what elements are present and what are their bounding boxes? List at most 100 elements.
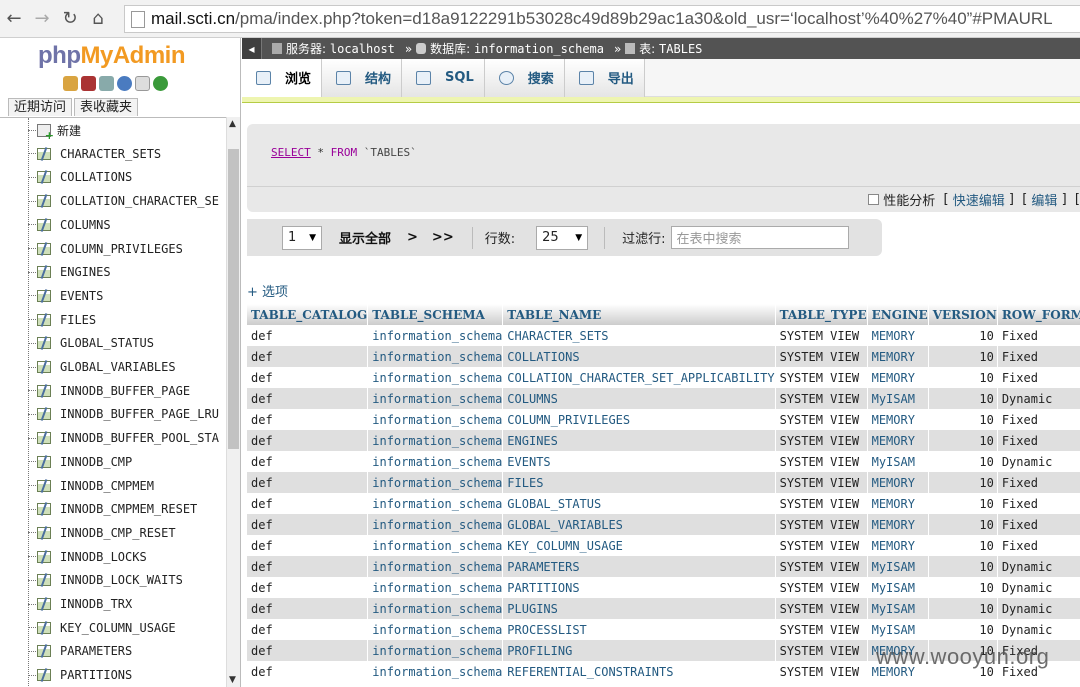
show-all-button[interactable]: 显示全部 (339, 228, 391, 247)
table-cell[interactable]: PROFILING (502, 640, 776, 661)
table-cell[interactable]: 10 (928, 451, 998, 472)
table-cell[interactable]: PROCESSLIST (502, 619, 776, 640)
tab-browse[interactable]: 浏览 (242, 58, 323, 97)
tab-search[interactable]: 搜索 (484, 58, 565, 97)
table-icon[interactable] (37, 289, 51, 302)
tree-item-table[interactable]: INNODB_CMPMEM_RESET (28, 499, 197, 519)
tree-item-table[interactable]: PARAMETERS (28, 641, 132, 661)
table-cell[interactable]: COLUMN_PRIVILEGES (502, 409, 776, 430)
table-cell[interactable]: information_schema (367, 556, 504, 577)
table-cell[interactable]: information_schema (367, 430, 504, 451)
table-cell[interactable]: 10 (928, 388, 998, 409)
table-cell[interactable]: information_schema (367, 661, 504, 682)
table-cell[interactable]: SYSTEM VIEW (775, 661, 868, 682)
table-cell[interactable]: information_schema (367, 472, 504, 493)
table-cell[interactable]: Fixed (997, 514, 1080, 535)
table-cell[interactable]: Fixed (997, 493, 1080, 514)
quick-edit-link[interactable]: 快速编辑 (953, 190, 1005, 209)
table-cell[interactable]: information_schema (367, 367, 504, 388)
tree-item-table[interactable]: COLLATION_CHARACTER_SE (28, 191, 219, 211)
table-icon[interactable] (37, 408, 51, 421)
table-cell[interactable]: MyISAM (867, 556, 929, 577)
scroll-down-arrow-icon[interactable]: ▼ (229, 675, 236, 685)
table-cell[interactable]: 10 (928, 556, 998, 577)
table-icon[interactable] (37, 550, 51, 563)
tree-item-table[interactable]: INNODB_BUFFER_PAGE_LRU (28, 404, 219, 424)
table-cell[interactable]: GLOBAL_STATUS (502, 493, 776, 514)
table-cell[interactable]: Dynamic (997, 556, 1080, 577)
tab-export[interactable]: 导出 (564, 58, 645, 97)
table-cell[interactable]: information_schema (367, 346, 504, 367)
rows-select[interactable]: 25 ▼ (536, 225, 589, 250)
tree-item-table[interactable]: INNODB_BUFFER_PAGE (28, 381, 190, 401)
tree-item-table[interactable]: CHARACTER_SETS (28, 144, 161, 164)
column-header[interactable]: TABLE_CATALOG (247, 304, 369, 325)
tree-item-new[interactable]: 新建 (28, 120, 81, 142)
column-header[interactable]: ENGINE (867, 304, 929, 325)
tree-item-table[interactable]: INNODB_CMP (28, 452, 132, 472)
table-cell[interactable]: MyISAM (867, 451, 929, 472)
table-cell[interactable]: COLUMNS (502, 388, 776, 409)
exit-icon[interactable] (81, 76, 96, 91)
home-icon[interactable] (63, 76, 78, 91)
tree-item-table[interactable]: INNODB_BUFFER_POOL_STA (28, 428, 219, 448)
table-cell[interactable]: def (247, 661, 369, 682)
table-cell[interactable]: SYSTEM VIEW (775, 388, 868, 409)
table-icon[interactable] (37, 621, 51, 634)
table-cell[interactable]: information_schema (367, 451, 504, 472)
table-icon[interactable] (37, 455, 51, 468)
table-cell[interactable]: information_schema (367, 577, 504, 598)
table-cell[interactable]: GLOBAL_VARIABLES (502, 514, 776, 535)
table-cell[interactable]: SYSTEM VIEW (775, 514, 868, 535)
table-cell[interactable]: 10 (928, 325, 998, 346)
tree-item-table[interactable]: PARTITIONS (28, 665, 132, 685)
table-cell[interactable]: COLLATION_CHARACTER_SET_APPLICABILITY (502, 367, 776, 388)
profiling-checkbox[interactable] (868, 194, 880, 205)
table-cell[interactable]: MyISAM (867, 388, 929, 409)
column-header[interactable]: ROW_FORMAT (997, 304, 1080, 325)
table-cell[interactable]: information_schema (367, 409, 504, 430)
table-cell[interactable]: def (247, 451, 369, 472)
table-cell[interactable]: PARAMETERS (502, 556, 776, 577)
table-cell[interactable]: MEMORY (867, 346, 929, 367)
table-cell[interactable]: 10 (928, 598, 998, 619)
filter-rows-input[interactable]: 在表中搜索 (670, 226, 849, 249)
table-cell[interactable]: SYSTEM VIEW (775, 493, 868, 514)
table-cell[interactable]: Dynamic (997, 451, 1080, 472)
table-cell[interactable]: 10 (928, 409, 998, 430)
table-cell[interactable]: 10 (928, 367, 998, 388)
table-cell[interactable]: def (247, 598, 369, 619)
table-cell[interactable]: REFERENTIAL_CONSTRAINTS (502, 661, 776, 682)
table-cell[interactable]: PLUGINS (502, 598, 776, 619)
next-page-button[interactable]: > (407, 230, 418, 245)
page-select[interactable]: 1 ▼ (282, 225, 322, 250)
table-cell[interactable]: MEMORY (867, 493, 929, 514)
table-cell[interactable]: Dynamic (997, 598, 1080, 619)
table-cell[interactable]: 10 (928, 430, 998, 451)
collapse-arrow-icon[interactable]: ◂ (242, 38, 262, 59)
table-cell[interactable]: def (247, 346, 369, 367)
table-cell[interactable]: SYSTEM VIEW (775, 535, 868, 556)
breadcrumb-table[interactable]: » 表: TABLES (614, 40, 702, 57)
table-cell[interactable]: 10 (928, 514, 998, 535)
table-cell[interactable]: KEY_COLUMN_USAGE (502, 535, 776, 556)
table-icon[interactable] (37, 195, 51, 208)
tree-item-table[interactable]: INNODB_LOCK_WAITS (28, 570, 183, 590)
table-cell[interactable]: def (247, 388, 369, 409)
table-icon[interactable] (37, 313, 51, 326)
table-cell[interactable]: Fixed (997, 472, 1080, 493)
column-header[interactable]: TABLE_SCHEMA (367, 304, 504, 325)
tree-item-table[interactable]: EVENTS (28, 286, 103, 306)
table-cell[interactable]: def (247, 409, 369, 430)
table-cell[interactable]: 10 (928, 535, 998, 556)
table-cell[interactable]: MEMORY (867, 367, 929, 388)
table-cell[interactable]: MEMORY (867, 472, 929, 493)
tree-item-table[interactable]: COLUMN_PRIVILEGES (28, 239, 183, 259)
table-icon[interactable] (37, 384, 51, 397)
table-cell[interactable]: def (247, 367, 369, 388)
sql-query-icon[interactable] (99, 76, 114, 91)
table-cell[interactable]: FILES (502, 472, 776, 493)
table-cell[interactable]: Fixed (997, 430, 1080, 451)
tab-favorites[interactable]: 表收藏夹 (74, 98, 139, 116)
table-icon[interactable] (37, 242, 51, 255)
